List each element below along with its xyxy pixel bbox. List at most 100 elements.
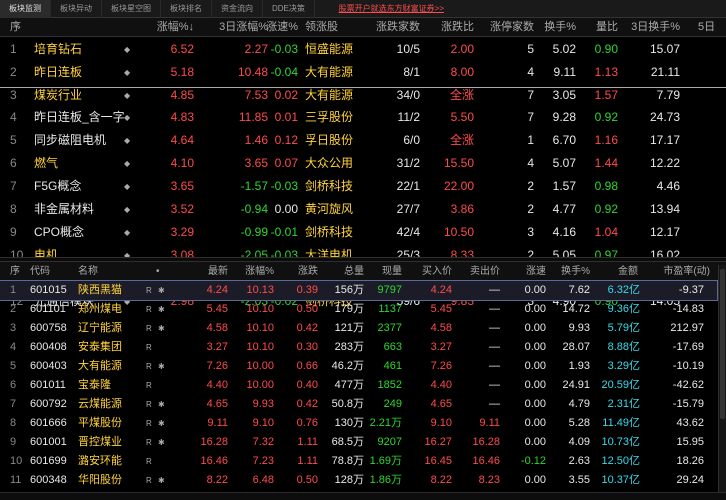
col-ask[interactable]: 卖出价: [460, 262, 500, 281]
col-vol-ratio[interactable]: 量比: [588, 18, 618, 37]
leader-stock[interactable]: 剑桥科技: [305, 221, 353, 244]
col-stock-speed[interactable]: 涨速: [510, 262, 546, 281]
col-volume[interactable]: 总量: [330, 262, 364, 281]
col-speed[interactable]: 涨速%: [262, 18, 298, 37]
col-last[interactable]: 最新: [196, 262, 228, 281]
sector-name[interactable]: 昨日连板_含一字: [34, 106, 125, 129]
col-stock-change[interactable]: 涨幅%: [234, 262, 274, 281]
sector-speed: -0.04: [270, 65, 298, 79]
sector-row[interactable]: 1 培育钻石 ◆ 6.52 2.27 -0.03 恒盛能源 10/5 2.00 5 5.02 0.90…: [0, 38, 726, 61]
stock-row[interactable]: 4 600408 安泰集团 R 3.27 10.10 0.30 283万 663 3.27 — 0.0…: [0, 338, 717, 357]
sector-name[interactable]: F5G概念: [34, 175, 81, 198]
stock-code[interactable]: 600403: [30, 357, 67, 376]
bid-price: 16.45: [424, 455, 452, 467]
sector-row[interactable]: 9 CPO概念 ◆ 3.29 -0.99 -0.01 剑桥科技 42/4 10.50 3 4.16 1…: [0, 221, 726, 244]
tab-sector-monitor[interactable]: 板块监测: [0, 0, 51, 18]
stock-row[interactable]: 5 600403 大有能源 R ✱ 7.26 10.00 0.66 46.2万 461 7.26 — 0…: [0, 357, 717, 376]
stock-code[interactable]: 601015: [30, 281, 67, 300]
flag-r-icon: R: [146, 286, 152, 295]
col-up-down[interactable]: 涨跌家数: [372, 18, 420, 37]
stock-row[interactable]: 3 600758 辽宁能源 R ✱ 4.58 10.10 0.42 121万 2377 4.58 — 0…: [0, 319, 717, 338]
col-5day[interactable]: 5日: [698, 18, 715, 37]
stock-row[interactable]: 9 601001 晋控煤业 R ✱ 16.28 7.32 1.11 68.5万 9207 16.27…: [0, 433, 717, 452]
col-turnover-3d[interactable]: 3日换手%: [622, 18, 680, 37]
sector-row[interactable]: 5 同步磁阻电机 ◆ 4.64 1.46 0.12 孚日股份 6/0 全涨 1 6.70 1.16 17…: [0, 129, 726, 152]
sector-row[interactable]: 2 昨日连板 ◆ 5.18 10.48 -0.04 大有能源 8/1 8.00 4 9.11 1.13…: [0, 61, 726, 84]
stock-row[interactable]: 7 600792 云煤能源 R ✱ 4.65 9.93 0.42 50.8万 249 4.65 — 0.…: [0, 395, 717, 414]
sector-name[interactable]: 昨日连板: [34, 61, 82, 84]
leader-stock[interactable]: 剑桥科技: [305, 175, 353, 198]
trade-amount: 5.79亿: [607, 322, 640, 334]
col-stock-idx[interactable]: 序: [10, 262, 20, 281]
col-pe[interactable]: 市盈率(动): [650, 262, 710, 281]
stock-code[interactable]: 600408: [30, 338, 67, 357]
stock-name[interactable]: 安泰集团: [78, 338, 122, 357]
stock-row[interactable]: 1 601015 陕西黑猫 R ✱ 4.24 10.13 0.39 156万 9797 4.24 — 0…: [0, 280, 718, 301]
stock-name[interactable]: 大有能源: [78, 357, 122, 376]
leader-stock[interactable]: 黄河旋风: [305, 198, 353, 221]
col-bid[interactable]: 买入价: [412, 262, 452, 281]
leader-stock[interactable]: 孚日股份: [305, 129, 353, 152]
tab-sector-starmap[interactable]: 板块星空图: [102, 0, 161, 18]
sector-row[interactable]: 7 F5G概念 ◆ 3.65 -1.57 -0.03 剑桥科技 22/1 22.00 2 1.57 0…: [0, 175, 726, 198]
col-idx[interactable]: 序: [10, 18, 21, 37]
col-amount[interactable]: 金额: [604, 262, 638, 281]
stock-name[interactable]: 陕西黑猫: [78, 281, 122, 300]
col-limit-up[interactable]: 涨停家数: [478, 18, 534, 37]
stock-name[interactable]: 潞安环能: [78, 452, 122, 471]
col-leader[interactable]: 领涨股: [305, 18, 338, 37]
up-down-count: 22/1: [396, 179, 420, 193]
col-code[interactable]: 代码: [30, 262, 50, 281]
sector-name[interactable]: CPO概念: [34, 221, 84, 244]
tab-sector-movement[interactable]: 板块异动: [51, 0, 102, 18]
col-stock-turnover[interactable]: 换手%: [550, 262, 590, 281]
sector-name[interactable]: 燃气: [34, 152, 58, 175]
col-diff[interactable]: 涨跌: [286, 262, 318, 281]
stock-row[interactable]: 11 600348 华阳股份 R ✱ 8.22 6.48 0.50 128万 1.86万 8.22 8…: [0, 471, 717, 490]
col-change-3d[interactable]: 3日涨幅%: [206, 18, 268, 37]
stock-code[interactable]: 601666: [30, 414, 67, 433]
stock-row[interactable]: 6 601011 宝泰隆 R 4.40 10.00 0.40 477万 1852 4.40 — 0.0…: [0, 376, 717, 395]
tab-dde[interactable]: DDE决策: [263, 0, 315, 18]
stock-scrollbar[interactable]: [718, 265, 726, 495]
leader-stock[interactable]: 大众公用: [305, 152, 353, 175]
col-rise-ratio[interactable]: 涨跌比: [430, 18, 474, 37]
leader-stock[interactable]: 恒盛能源: [305, 38, 353, 61]
stock-name[interactable]: 辽宁能源: [78, 319, 122, 338]
stock-row[interactable]: 10 601699 潞安环能 R 16.46 7.23 1.11 78.8万 1.69万 16.4…: [0, 452, 717, 471]
stock-name[interactable]: 郑州煤电: [78, 300, 122, 319]
stock-code[interactable]: 600792: [30, 395, 67, 414]
sector-name[interactable]: 培育钻石: [34, 38, 82, 61]
col-flag[interactable]: •: [156, 262, 160, 281]
sector-name[interactable]: 非金属材料: [34, 198, 94, 221]
leader-stock[interactable]: 三孚股份: [305, 106, 353, 129]
stock-row[interactable]: 2 601101 郑州煤电 R ✱ 5.45 10.10 0.50 179万 1137 5.45 — 0…: [0, 300, 717, 319]
stock-name[interactable]: 云煤能源: [78, 395, 122, 414]
total-volume: 128万: [334, 474, 364, 486]
tab-fund-flow[interactable]: 资金流向: [212, 0, 263, 18]
sector-row[interactable]: 4 昨日连板_含一字 ◆ 4.83 11.85 0.01 三孚股份 11/2 5.50 7 9.28…: [0, 106, 726, 129]
promo-link[interactable]: 股票开户就选东方财富证券>>: [339, 3, 444, 14]
stock-code[interactable]: 601699: [30, 452, 67, 471]
col-stock-name[interactable]: 名称: [78, 262, 98, 281]
star-icon: ✱: [158, 476, 165, 485]
stock-code[interactable]: 601011: [30, 376, 66, 395]
stock-name[interactable]: 华阳股份: [78, 471, 122, 490]
col-turnover[interactable]: 换手%: [534, 18, 576, 37]
stock-row[interactable]: 8 601666 平煤股份 R ✱ 9.11 9.10 0.76 130万 2.21万 9.10 9.…: [0, 414, 717, 433]
sector-row[interactable]: 6 燃气 ◆ 4.10 3.65 0.07 大众公用 31/2 15.50 4 5.07 1.44 12…: [0, 152, 726, 175]
col-current-vol[interactable]: 现量: [370, 262, 402, 281]
stock-name[interactable]: 平煤股份: [78, 414, 122, 433]
stock-name[interactable]: 晋控煤业: [78, 433, 122, 452]
scrollbar-thumb[interactable]: [720, 269, 725, 419]
stock-code[interactable]: 600348: [30, 471, 67, 490]
tab-sector-ranking[interactable]: 板块排名: [161, 0, 212, 18]
sector-row[interactable]: 8 非金属材料 ◆ 3.52 -0.94 0.00 黄河旋风 27/7 3.86 2 4.77 0.9…: [0, 198, 726, 221]
leader-stock[interactable]: 大有能源: [305, 61, 353, 84]
stock-code[interactable]: 601001: [30, 433, 67, 452]
col-change[interactable]: 涨幅%↓: [132, 18, 194, 37]
stock-code[interactable]: 601101: [30, 300, 66, 319]
sector-name[interactable]: 同步磁阻电机: [34, 129, 106, 152]
stock-code[interactable]: 600758: [30, 319, 67, 338]
stock-name[interactable]: 宝泰隆: [78, 376, 111, 395]
